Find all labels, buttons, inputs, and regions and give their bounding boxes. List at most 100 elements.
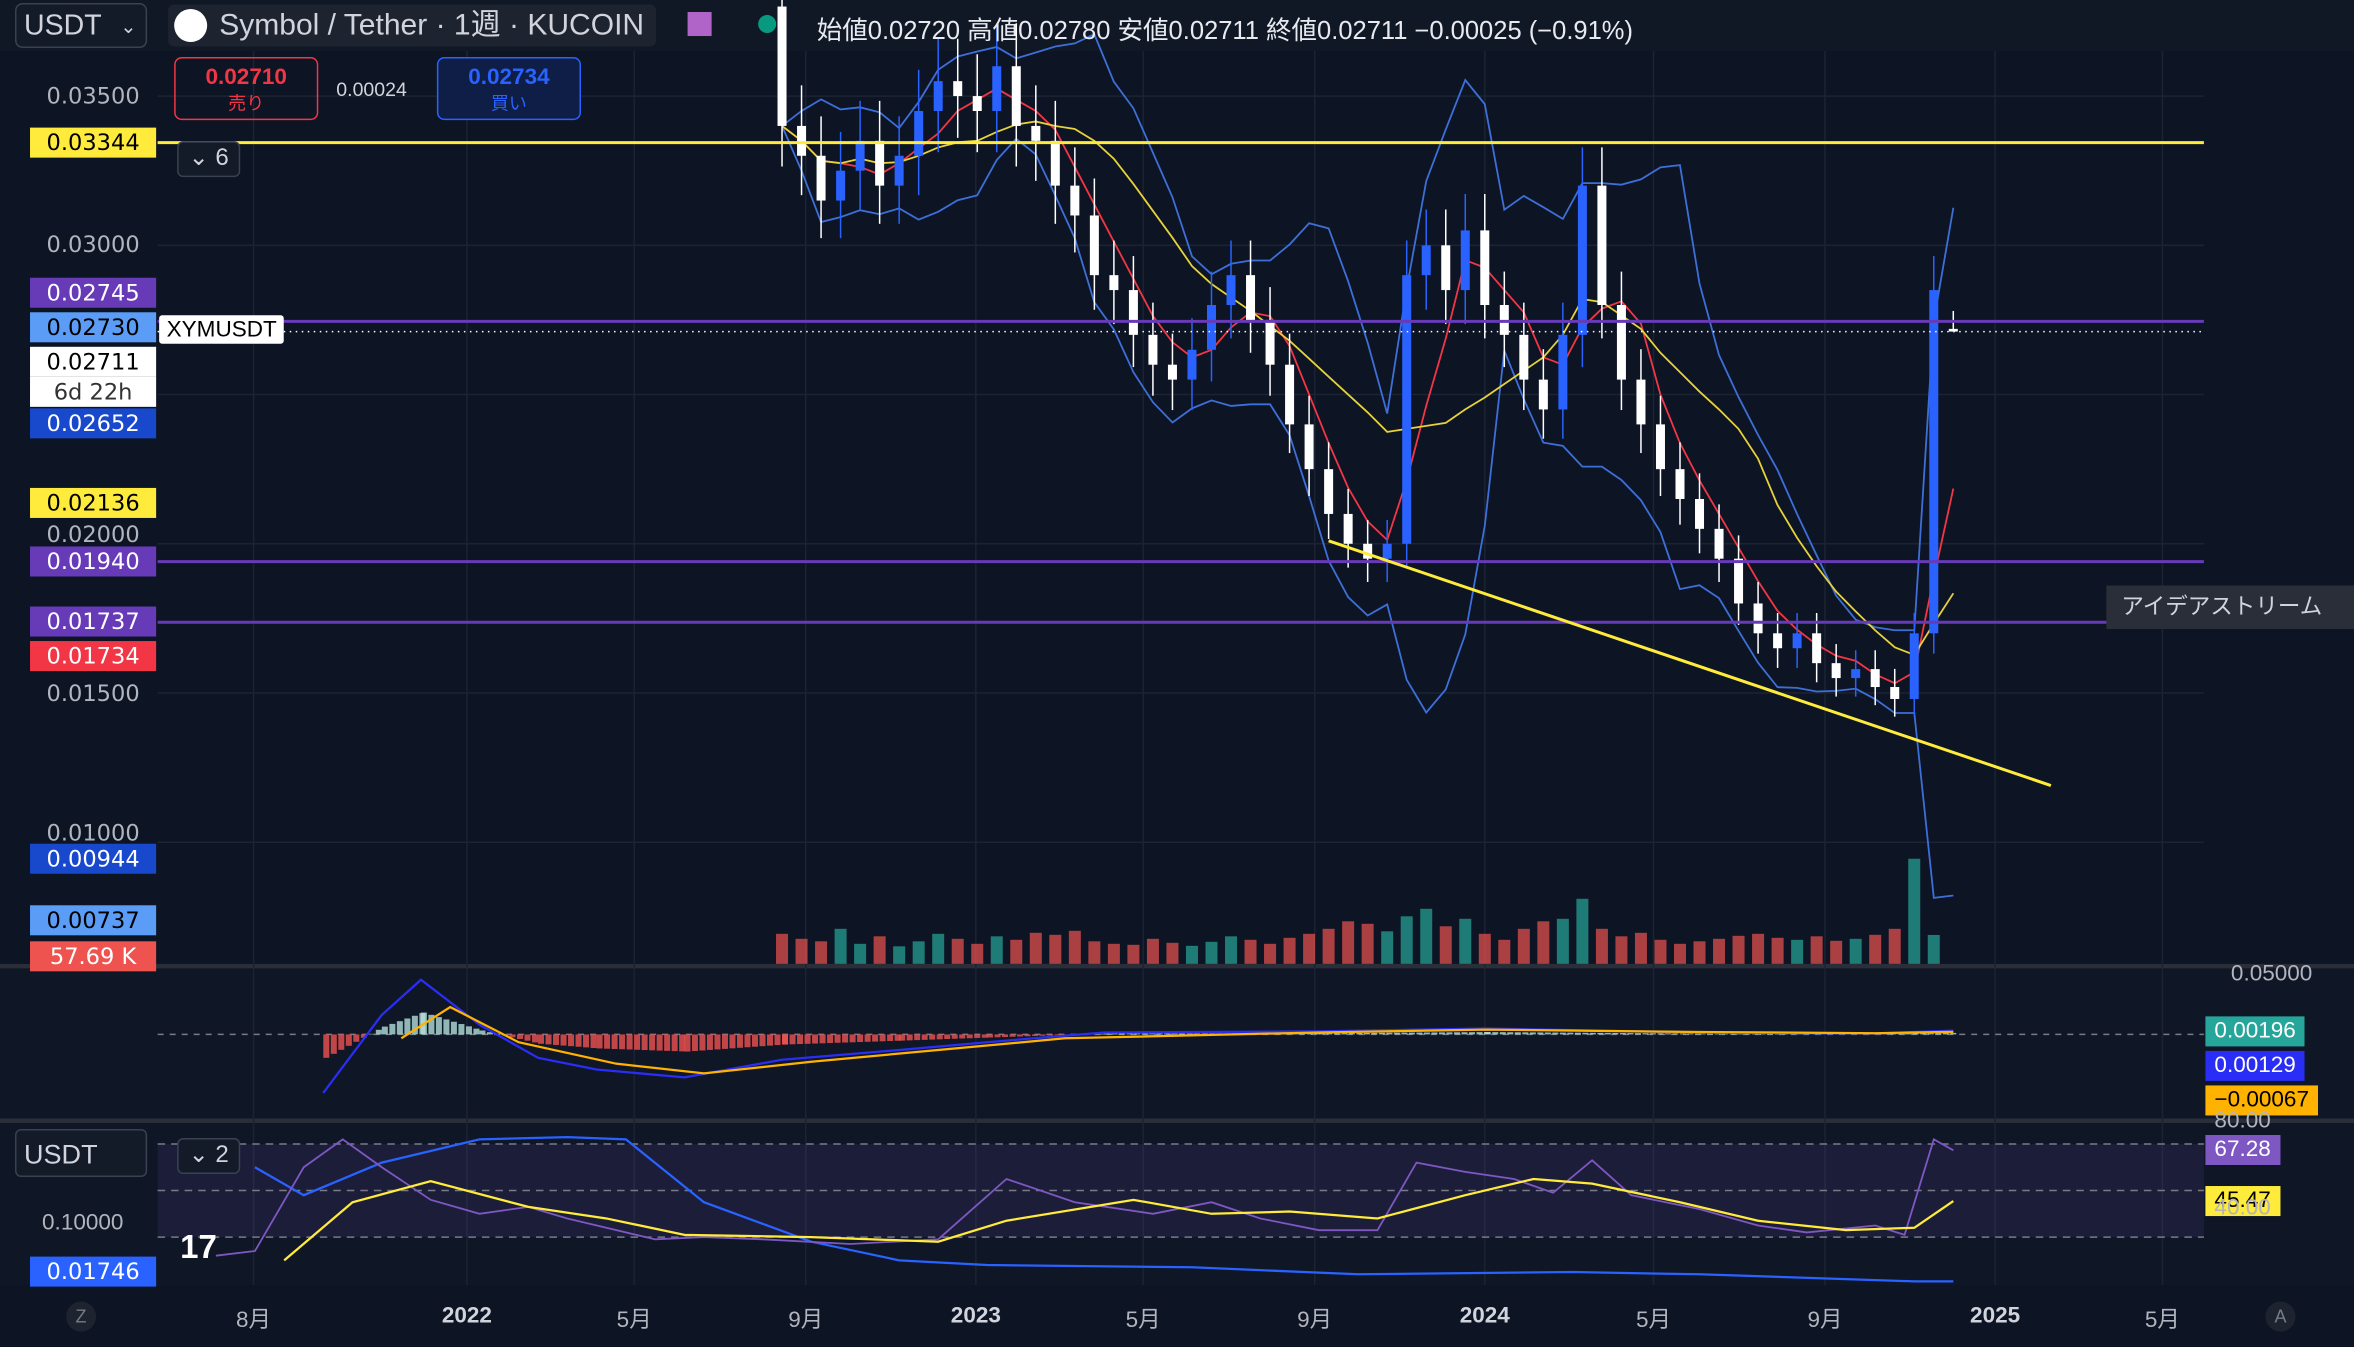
macd-histogram-bar — [1356, 1033, 1362, 1034]
currency-select[interactable]: USDT⌄ — [15, 3, 147, 48]
candle-body — [1597, 186, 1606, 305]
volume-bar — [1108, 944, 1120, 964]
auto-scale-button[interactable]: A — [2265, 1302, 2295, 1332]
buy-button[interactable]: 0.02734 買い — [437, 57, 581, 120]
candle-body — [1734, 559, 1743, 604]
candle-body — [1832, 663, 1841, 678]
price-axis-label: 57.69 K — [30, 941, 156, 971]
macd-histogram-bar — [1730, 1034, 1736, 1035]
macd-histogram-bar — [707, 1034, 713, 1050]
volume-bar — [1928, 935, 1940, 964]
macd-histogram-bar — [1119, 1034, 1125, 1035]
rsi-left-badge: 0.01746 — [30, 1257, 156, 1287]
candle-body — [1285, 365, 1294, 425]
flag-icon[interactable] — [688, 12, 712, 36]
time-axis-label: 5月 — [1126, 1303, 1161, 1335]
macd-histogram-bar — [1950, 1033, 1956, 1034]
volume-bar — [874, 936, 886, 964]
chevron-down-icon: ⌄ — [120, 5, 136, 50]
macd-histogram-bar — [1715, 1034, 1721, 1035]
macd-histogram-bar — [1560, 1033, 1566, 1035]
candle-body — [1031, 126, 1040, 141]
sell-button[interactable]: 0.02710 売り — [174, 57, 318, 120]
macd-histogram-bar — [331, 1034, 337, 1053]
auto-scale-left-button[interactable]: Z — [66, 1302, 96, 1332]
rsi-axis-label: 40.00 — [2205, 1194, 2279, 1224]
macd-histogram-bar — [1680, 1033, 1686, 1034]
chevron-down-icon: ⌄ — [189, 146, 216, 172]
candle-body — [1012, 66, 1021, 126]
trading-chart[interactable]: USDT⌄ Symbol / Tether · 1週 · KUCOIN 始値0.… — [0, 0, 2354, 1347]
macd-histogram-bar — [684, 1034, 690, 1051]
ideas-stream-button[interactable]: アイデアストリーム — [2106, 586, 2354, 630]
symbol-logo-icon — [174, 9, 207, 42]
price-axis-label: 0.03000 — [30, 230, 156, 260]
macd-histogram-bar — [649, 1034, 655, 1050]
macd-histogram-bar — [553, 1034, 559, 1045]
macd-histogram-bar — [627, 1034, 633, 1049]
candle-body — [1129, 290, 1138, 335]
macd-histogram-bar — [1179, 1033, 1185, 1034]
ohlc-readout: 始値0.02720 高値0.02780 安値0.02711 終値0.02711 … — [817, 9, 1633, 47]
tradingview-logo: 17 — [180, 1228, 217, 1267]
price-axis-label: 0.00944 — [30, 844, 156, 874]
macd-histogram-bar — [827, 1034, 833, 1043]
indicators-collapse-button[interactable]: ⌄ 6 — [177, 141, 240, 177]
candle-body — [1617, 305, 1626, 380]
macd-histogram-bar — [642, 1034, 648, 1050]
volume-bar — [1733, 936, 1745, 964]
price-axis-label: 0.02652 — [30, 408, 156, 438]
volume-bar — [1557, 919, 1569, 964]
macd-histogram-bar — [597, 1034, 603, 1048]
macd-histogram-bar — [1002, 1034, 1008, 1037]
volume-bar — [1908, 859, 1920, 964]
volume-bar — [1147, 939, 1159, 964]
macd-histogram-bar — [568, 1034, 574, 1046]
macd-histogram-bar — [914, 1034, 920, 1040]
price-axis-label: 0.01500 — [30, 678, 156, 708]
volume-bar — [1752, 934, 1764, 964]
price-axis-label: 0.01940 — [30, 547, 156, 577]
candle-body — [895, 156, 904, 186]
volume-bar — [1440, 926, 1452, 964]
macd-histogram-bar — [561, 1034, 567, 1045]
price-axis-label: 0.02136 — [30, 488, 156, 518]
macd-histogram-bar — [1164, 1034, 1170, 1035]
rsi-currency-select[interactable]: USDT — [15, 1129, 147, 1177]
candle-body — [1168, 365, 1177, 380]
volume-bar — [1654, 940, 1666, 964]
volume-bar — [1498, 940, 1510, 964]
rsi-axis-label: 80.00 — [2205, 1106, 2279, 1136]
candle-body — [934, 81, 943, 111]
candle-body — [953, 81, 962, 96]
price-axis-label: 0.02730 — [30, 312, 156, 342]
macd-histogram-bar — [1545, 1032, 1551, 1034]
macd-histogram-bar — [737, 1034, 743, 1047]
volume-bar — [1049, 935, 1061, 964]
macd-histogram-bar — [323, 1034, 329, 1057]
macd-histogram-bar — [397, 1021, 403, 1034]
volume-bar — [1772, 938, 1784, 964]
chart-canvas[interactable] — [0, 0, 2354, 1347]
macd-histogram-bar — [538, 1034, 544, 1043]
market-status-icon — [758, 15, 776, 33]
macd-histogram-bar — [987, 1034, 993, 1037]
candle-body — [914, 111, 923, 156]
symbol-title[interactable]: Symbol / Tether · 1週 · KUCOIN — [168, 5, 656, 47]
rsi-left-scale: 0.10000 — [42, 1210, 123, 1236]
volume-bar — [1342, 921, 1354, 964]
candle-body — [1890, 687, 1899, 699]
macd-histogram-bar — [1567, 1033, 1573, 1035]
candle-body — [1929, 290, 1938, 633]
candle-body — [1773, 633, 1782, 648]
volume-bar — [952, 939, 964, 964]
macd-histogram-bar — [672, 1034, 678, 1051]
macd-histogram-bar — [1446, 1032, 1452, 1034]
macd-histogram-bar — [835, 1034, 841, 1042]
macd-histogram-bar — [458, 1024, 464, 1034]
candle-body — [1480, 230, 1489, 305]
macd-histogram-bar — [967, 1034, 973, 1038]
macd-histogram-bar — [1552, 1033, 1558, 1035]
macd-histogram-bar — [1104, 1034, 1110, 1035]
rsi-collapse-button[interactable]: ⌄ 2 — [177, 1138, 240, 1174]
